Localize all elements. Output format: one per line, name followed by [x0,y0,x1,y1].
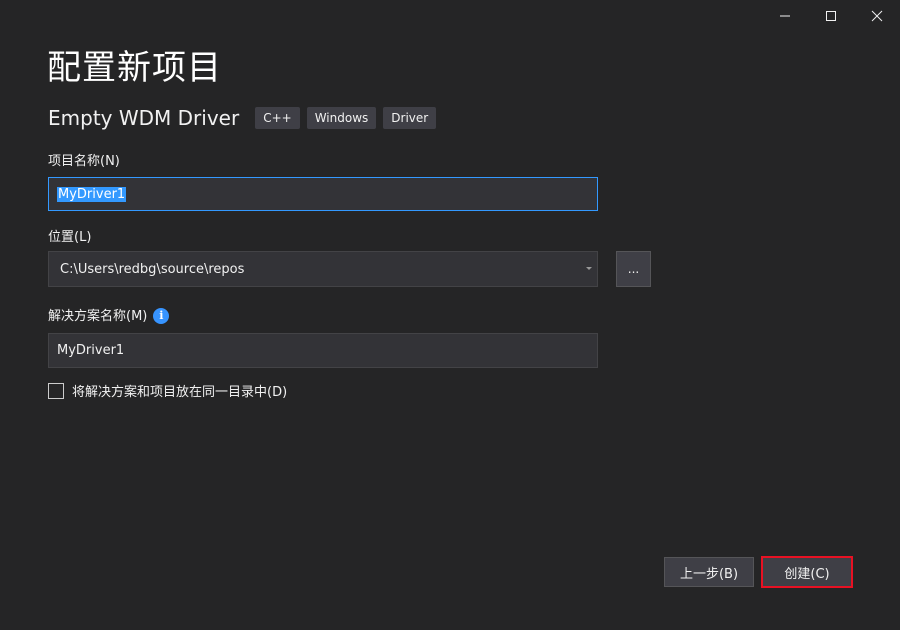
same-directory-option[interactable]: 将解决方案和项目放在同一目录中(D) [48,381,287,400]
project-name-value: MyDriver1 [57,186,127,202]
info-icon[interactable]: i [153,307,170,324]
solution-name-label-row: 解决方案名称(M) i [48,305,170,325]
close-icon [871,10,883,22]
template-name: Empty WDM Driver [48,106,240,130]
close-button[interactable] [854,0,900,32]
same-directory-label: 将解决方案和项目放在同一目录中(D) [72,385,288,400]
tag-platform: Windows [306,107,377,129]
solution-name-input[interactable]: MyDriver1 [48,333,598,368]
tag-project-type: Driver [383,107,437,129]
minimize-icon [780,15,790,17]
back-button[interactable]: 上一步(B) [664,557,754,587]
tag-language: C++ [255,107,300,129]
minimize-button[interactable] [762,0,808,32]
same-directory-checkbox[interactable] [48,382,64,399]
solution-name-value: MyDriver1 [57,343,125,358]
location-label: 位置(L) [48,230,92,245]
template-header: Empty WDM Driver C++ Windows Driver [48,104,443,132]
maximize-button[interactable] [808,0,854,32]
page-title: 配置新项目 [47,48,222,88]
project-name-input[interactable]: MyDriver1 [48,177,598,211]
location-value: C:\Users\redbg\source\repos [60,261,245,277]
location-combobox[interactable]: C:\Users\redbg\source\repos [48,251,598,287]
window-controls [762,0,900,32]
solution-name-label: 解决方案名称(M) [48,309,148,324]
dropdown-arrow-icon[interactable] [586,267,592,270]
browse-button[interactable]: ... [616,251,651,287]
maximize-icon [826,11,836,21]
configure-project-window: 配置新项目 Empty WDM Driver C++ Windows Drive… [0,0,900,630]
create-button[interactable]: 创建(C) [761,556,853,588]
project-name-label: 项目名称(N) [48,154,120,169]
